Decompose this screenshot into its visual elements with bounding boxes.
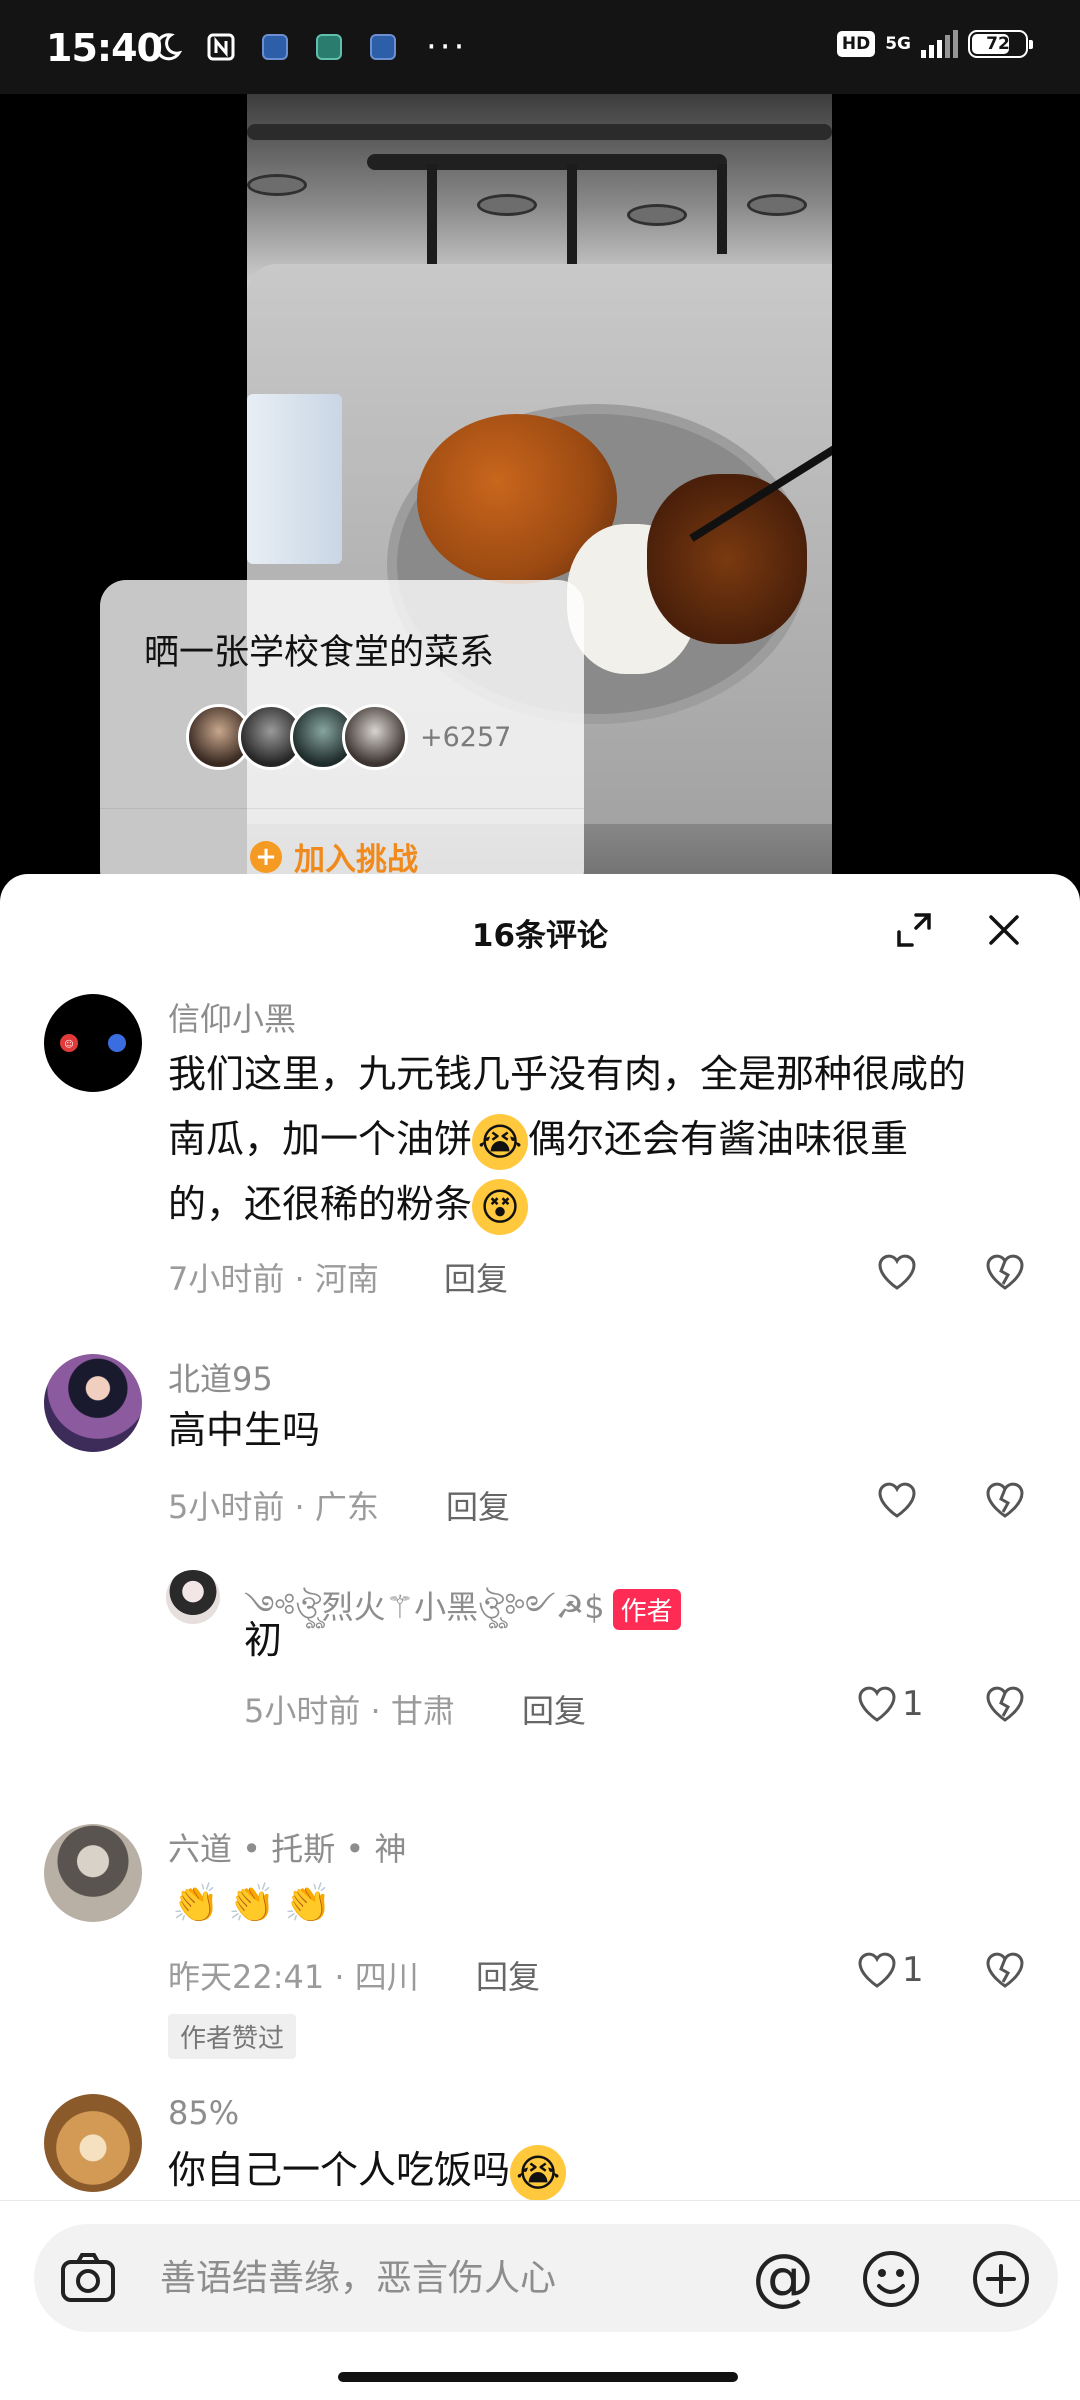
dislike-button[interactable] <box>984 1252 1026 1296</box>
avatar[interactable] <box>44 2094 142 2192</box>
dizzy-emoji-icon: 😵 <box>472 1178 529 1235</box>
svg-text:☺: ☺ <box>64 1039 73 1050</box>
challenge-title: 晒一张学校食堂的菜系 <box>144 633 495 673</box>
comment-text: 我们这里，九元钱几乎没有肉，全是那种很咸的 南瓜，加一个油饼 😭 偶尔还会有酱油味很… <box>168 1042 966 1237</box>
broken-heart-icon <box>986 1686 1024 1722</box>
status-right: HD 5G 72 <box>836 30 1033 58</box>
home-indicator[interactable] <box>338 2372 738 2382</box>
reply-button[interactable]: 回复 <box>446 1482 510 1528</box>
avatar[interactable]: ☺ <box>44 994 142 1092</box>
comment-line: 南瓜，加一个油饼 😭 偶尔还会有酱油味很重 <box>168 1107 966 1172</box>
comment-username[interactable]: 六道 • 托斯 • 神 <box>168 1824 406 1870</box>
author-tag: 作者 <box>612 1588 681 1630</box>
comment-meta: 昨天22:41 · 四川 <box>168 1958 419 1996</box>
nfc-icon <box>204 30 238 64</box>
plus-icon: + <box>250 840 282 873</box>
like-button[interactable]: 1 <box>856 1684 924 1724</box>
hd-badge: HD <box>836 31 876 57</box>
comment-input-bar: @ <box>34 2224 1058 2332</box>
network-type: 5G <box>885 34 911 54</box>
heart-icon <box>878 1482 916 1518</box>
drink-cup <box>247 394 342 564</box>
dislike-button[interactable] <box>984 1950 1026 1994</box>
broken-heart-icon <box>986 1952 1024 1988</box>
moon-icon <box>150 30 184 64</box>
avatar[interactable] <box>44 1354 142 1452</box>
comment-text: 初 <box>244 1618 283 1662</box>
challenge-card[interactable]: 晒一张学校食堂的菜系 +6257 + 加入挑战 <box>100 580 584 894</box>
participant-avatars: +6257 <box>186 704 511 770</box>
signal-icon <box>921 30 958 58</box>
comment-line: 的，还很稀的粉条 😵 <box>168 1172 966 1237</box>
input-divider <box>0 2200 1080 2201</box>
participant-avatar <box>342 704 408 770</box>
emoji-face-icon[interactable] <box>860 2248 922 2310</box>
comment-sheet: 16条评论 ☺ 信仰小黑 我们这里，九元钱几乎没有肉，全是那种很咸的 南瓜，加一… <box>0 874 1080 2400</box>
crying-emoji-icon: 😭 <box>510 2144 567 2201</box>
comment-item: 六道 • 托斯 • 神 👏 👏 👏 昨天22:41 · 四川 回复 1 作者赞过 <box>0 1824 1080 2059</box>
comment-item: ☺ 信仰小黑 我们这里，九元钱几乎没有肉，全是那种很咸的 南瓜，加一个油饼 😭 偶尔… <box>0 994 1080 1298</box>
comment-item: 85% 你自己一个人吃饭吗 😭 <box>0 2094 1080 2204</box>
avatar[interactable] <box>166 1570 220 1624</box>
comment-username[interactable]: 85% <box>168 2094 239 2132</box>
crying-emoji-icon: 😭 <box>472 1113 529 1170</box>
comment-meta: 5小时前 · 广东 <box>168 1488 379 1526</box>
join-challenge-button[interactable]: + 加入挑战 <box>250 834 418 879</box>
join-challenge-label: 加入挑战 <box>294 842 418 878</box>
comment-meta: 7小时前 · 河南 <box>168 1260 379 1298</box>
comment-text: 你自己一个人吃饭吗 😭 <box>168 2138 567 2203</box>
comment-username[interactable]: 信仰小黑 <box>168 994 296 1040</box>
broken-heart-icon <box>986 1254 1024 1290</box>
clapping-emoji-icon: 👏 <box>228 1880 276 1925</box>
heart-icon <box>858 1952 896 1988</box>
like-count: 1 <box>902 1684 924 1724</box>
like-button[interactable]: 1 <box>856 1950 924 1990</box>
comment-input[interactable] <box>160 2250 760 2306</box>
comment-item: 北道95 高中生吗 5小时前 · 广东 回复 <box>0 1354 1080 1526</box>
avatar[interactable] <box>44 1824 142 1922</box>
app-notification-icon <box>366 30 400 64</box>
app-notification-icon <box>258 30 292 64</box>
close-icon[interactable] <box>984 910 1024 950</box>
comment-username[interactable]: ༺ঔৣ烈火⚚小黑ঔৣ༻☭$ 作者 <box>244 1572 681 1662</box>
plus-circle-icon[interactable] <box>970 2248 1032 2310</box>
clapping-emoji-icon: 👏 <box>172 1880 220 1925</box>
expand-icon[interactable] <box>894 910 934 950</box>
camera-icon[interactable] <box>58 2248 118 2308</box>
at-icon[interactable]: @ <box>750 2246 816 2312</box>
participant-count: +6257 <box>420 721 512 753</box>
comment-line: 我们这里，九元钱几乎没有肉，全是那种很咸的 <box>168 1052 967 1096</box>
status-bar: 15:40 ··· HD 5G 72 <box>0 0 1080 94</box>
video-player[interactable]: 晒一张学校食堂的菜系 +6257 + 加入挑战 <box>0 94 1080 894</box>
like-count: 1 <box>902 1950 924 1990</box>
heart-icon <box>858 1686 896 1722</box>
comment-text: 👏 👏 👏 <box>168 1868 336 1933</box>
clapping-emoji-icon: 👏 <box>284 1880 332 1925</box>
dislike-button[interactable] <box>984 1480 1026 1524</box>
dislike-button[interactable] <box>984 1684 1026 1728</box>
reply-item: ༺ঔৣ烈火⚚小黑ঔৣ༻☭$ 作者 初 5小时前 · 甘肃 回复 1 <box>0 1570 1080 1730</box>
app-notification-icon <box>312 30 346 64</box>
broken-heart-icon <box>986 1482 1024 1518</box>
reply-button[interactable]: 回复 <box>522 1686 586 1732</box>
more-notifications-icon: ··· <box>426 27 468 67</box>
challenge-divider <box>100 808 584 809</box>
reply-button[interactable]: 回复 <box>476 1952 540 1998</box>
comment-text: 高中生吗 <box>168 1408 321 1452</box>
status-left-icons: ··· <box>150 30 467 64</box>
author-liked-tag: 作者赞过 <box>168 2014 297 2059</box>
status-time: 15:40 <box>46 26 163 70</box>
heart-icon <box>878 1254 916 1290</box>
like-button[interactable] <box>876 1480 918 1520</box>
comment-username[interactable]: 北道95 <box>168 1354 273 1400</box>
battery-level: 72 <box>986 34 1010 54</box>
like-button[interactable] <box>876 1252 918 1292</box>
battery-icon: 72 <box>968 30 1033 58</box>
comment-meta: 5小时前 · 甘肃 <box>244 1692 455 1730</box>
reply-button[interactable]: 回复 <box>444 1254 508 1300</box>
